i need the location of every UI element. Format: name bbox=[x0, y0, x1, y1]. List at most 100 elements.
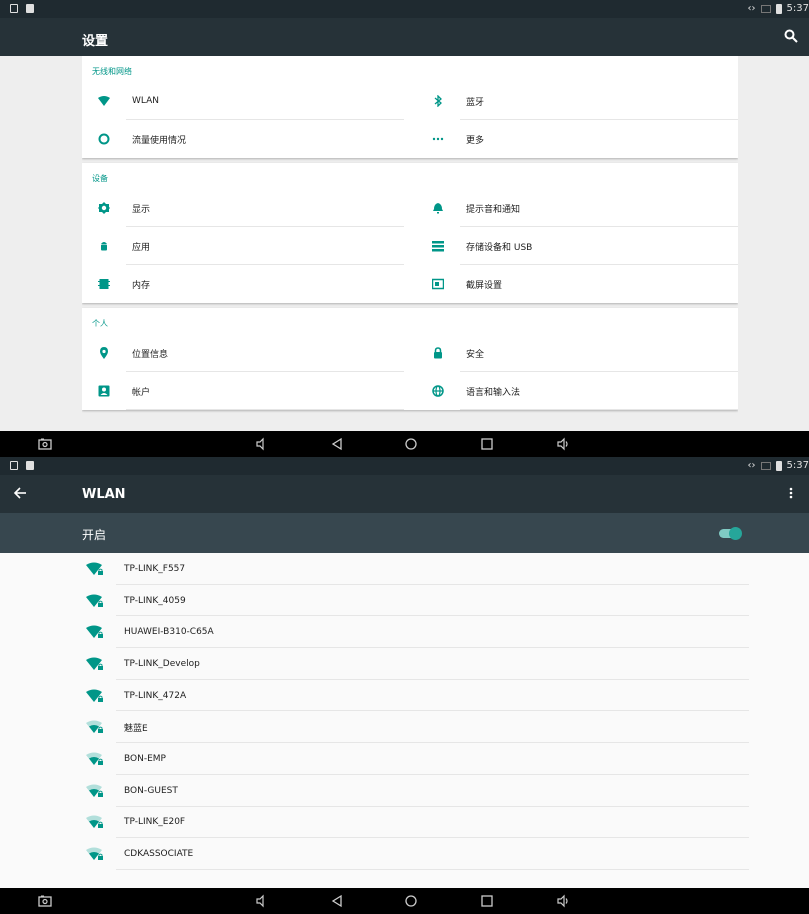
notification-icon bbox=[10, 461, 18, 470]
setting-item-data-usage[interactable]: 流量使用情况 bbox=[82, 120, 404, 158]
setting-label: 语言和输入法 bbox=[466, 387, 521, 398]
section-device: 设备 显示 提示音和通知 应用 存储设备和 USB 内存 截屏设置 bbox=[82, 163, 738, 303]
setting-label: 提示音和通知 bbox=[466, 204, 521, 215]
wifi-icon bbox=[98, 95, 110, 107]
screenshot-icon[interactable] bbox=[38, 437, 52, 451]
setting-item-location[interactable]: 位置信息 bbox=[82, 334, 404, 372]
back-icon[interactable] bbox=[330, 894, 344, 908]
status-time: 5:37 bbox=[786, 460, 809, 471]
search-icon[interactable] bbox=[783, 28, 799, 44]
setting-item-accounts[interactable]: 帐户 bbox=[82, 372, 404, 410]
signal-icon bbox=[760, 4, 771, 13]
setting-item-more[interactable]: 更多 bbox=[416, 120, 738, 158]
setting-item-storage[interactable]: 存储设备和 USB bbox=[416, 227, 738, 265]
wifi-lock-icon bbox=[86, 784, 104, 798]
home-icon[interactable] bbox=[404, 894, 418, 908]
setting-item-apps[interactable]: 应用 bbox=[82, 227, 404, 265]
back-arrow-icon[interactable] bbox=[12, 485, 28, 501]
wifi-network-item[interactable]: TP-LINK_Develop bbox=[82, 648, 749, 680]
setting-item-display[interactable]: 显示 bbox=[82, 189, 404, 227]
wifi-ssid: TP-LINK_F557 bbox=[124, 563, 186, 574]
wifi-lock-icon bbox=[86, 562, 104, 576]
setting-item-wlan[interactable]: WLAN bbox=[82, 82, 404, 120]
setting-item-memory[interactable]: 内存 bbox=[82, 265, 404, 303]
storage-icon bbox=[432, 240, 444, 252]
volume-down-icon[interactable] bbox=[254, 894, 268, 908]
memory-icon bbox=[98, 278, 110, 290]
location-icon bbox=[98, 347, 110, 359]
section-header: 无线和网络 bbox=[92, 67, 132, 76]
setting-label: 帐户 bbox=[132, 387, 151, 398]
app-bar: WLAN bbox=[0, 475, 809, 513]
setting-item-screenshot[interactable]: 截屏设置 bbox=[416, 265, 738, 303]
setting-label: 位置信息 bbox=[132, 349, 169, 360]
wifi-lock-icon bbox=[86, 847, 104, 861]
wifi-ssid: CDKASSOCIATE bbox=[124, 849, 194, 860]
app-bar: 设置 bbox=[0, 18, 809, 56]
wifi-network-item[interactable]: HUAWEI-B310-C65A bbox=[82, 616, 749, 648]
bell-icon bbox=[432, 202, 444, 214]
signal-icon bbox=[760, 461, 771, 470]
status-bar: ‹› 5:37 bbox=[0, 457, 809, 475]
wifi-network-item[interactable]: BON-EMP bbox=[82, 743, 749, 775]
setting-label: 存储设备和 USB bbox=[466, 242, 533, 253]
data-arrows-icon: ‹› bbox=[747, 460, 756, 471]
wifi-lock-icon bbox=[86, 657, 104, 671]
bluetooth-icon bbox=[432, 95, 444, 107]
wifi-network-list[interactable]: TP-LINK_F557 TP-LINK_4059 HUAWEI-B310-C65A… bbox=[82, 553, 749, 888]
wifi-lock-icon bbox=[86, 752, 104, 766]
wifi-ssid: TP-LINK_Develop bbox=[124, 658, 200, 669]
wifi-network-item[interactable]: BON-GUEST bbox=[82, 775, 749, 807]
wifi-network-item[interactable]: TP-LINK_E20F bbox=[82, 807, 749, 839]
wlan-toggle-switch[interactable] bbox=[719, 527, 742, 540]
setting-label: 安全 bbox=[466, 349, 485, 360]
section-wireless: 无线和网络 WLAN 蓝牙 流量使用情况 更多 bbox=[82, 56, 738, 158]
wifi-ssid: 魅蓝E bbox=[124, 723, 148, 734]
setting-label: WLAN bbox=[132, 96, 160, 106]
globe-icon bbox=[432, 385, 444, 397]
wifi-lock-icon bbox=[86, 815, 104, 829]
wifi-ssid: TP-LINK_472A bbox=[124, 690, 187, 701]
data-arrows-icon: ‹› bbox=[747, 3, 756, 14]
setting-item-bluetooth[interactable]: 蓝牙 bbox=[416, 82, 738, 120]
volume-up-icon[interactable] bbox=[556, 437, 570, 451]
wifi-network-item[interactable]: TP-LINK_4059 bbox=[82, 585, 749, 617]
back-icon[interactable] bbox=[330, 437, 344, 451]
settings-list[interactable]: 无线和网络 WLAN 蓝牙 流量使用情况 更多 设备 显示 提示音和通知 应用 … bbox=[82, 56, 738, 431]
volume-down-icon[interactable] bbox=[254, 437, 268, 451]
status-bar: ‹› 5:37 bbox=[0, 0, 809, 18]
image-notification-icon bbox=[26, 461, 34, 470]
setting-item-language[interactable]: 语言和输入法 bbox=[416, 372, 738, 410]
wifi-network-item[interactable]: TP-LINK_472A bbox=[82, 680, 749, 712]
recent-apps-icon[interactable] bbox=[480, 437, 494, 451]
setting-item-security[interactable]: 安全 bbox=[416, 334, 738, 372]
battery-icon bbox=[775, 3, 782, 14]
recent-apps-icon[interactable] bbox=[480, 894, 494, 908]
wifi-ssid: TP-LINK_E20F bbox=[124, 817, 186, 828]
wifi-ssid: BON-EMP bbox=[124, 753, 166, 764]
wifi-ssid: HUAWEI-B310-C65A bbox=[124, 627, 214, 638]
setting-label: 应用 bbox=[132, 242, 151, 253]
navigation-bar bbox=[0, 431, 809, 457]
setting-item-sound[interactable]: 提示音和通知 bbox=[416, 189, 738, 227]
data-usage-icon bbox=[98, 133, 110, 145]
home-icon[interactable] bbox=[404, 437, 418, 451]
setting-label: 更多 bbox=[466, 135, 485, 146]
wifi-network-item[interactable]: TP-LINK_F557 bbox=[82, 553, 749, 585]
screenshot-icon[interactable] bbox=[38, 894, 52, 908]
brightness-icon bbox=[98, 202, 110, 214]
account-icon bbox=[98, 385, 110, 397]
battery-icon bbox=[775, 460, 782, 471]
toggle-knob bbox=[729, 527, 742, 540]
wifi-lock-icon bbox=[86, 625, 104, 639]
wifi-ssid: BON-GUEST bbox=[124, 785, 178, 796]
wifi-network-item[interactable]: CDKASSOCIATE bbox=[82, 838, 749, 870]
wlan-toggle-bar[interactable]: 开启 bbox=[0, 513, 809, 553]
overflow-menu-icon[interactable] bbox=[783, 485, 799, 501]
wlan-toggle-label: 开启 bbox=[82, 528, 107, 542]
more-icon bbox=[432, 133, 444, 145]
setting-label: 显示 bbox=[132, 204, 151, 215]
wifi-network-item[interactable]: 魅蓝E bbox=[82, 711, 749, 743]
volume-up-icon[interactable] bbox=[556, 894, 570, 908]
setting-label: 流量使用情况 bbox=[132, 135, 187, 146]
